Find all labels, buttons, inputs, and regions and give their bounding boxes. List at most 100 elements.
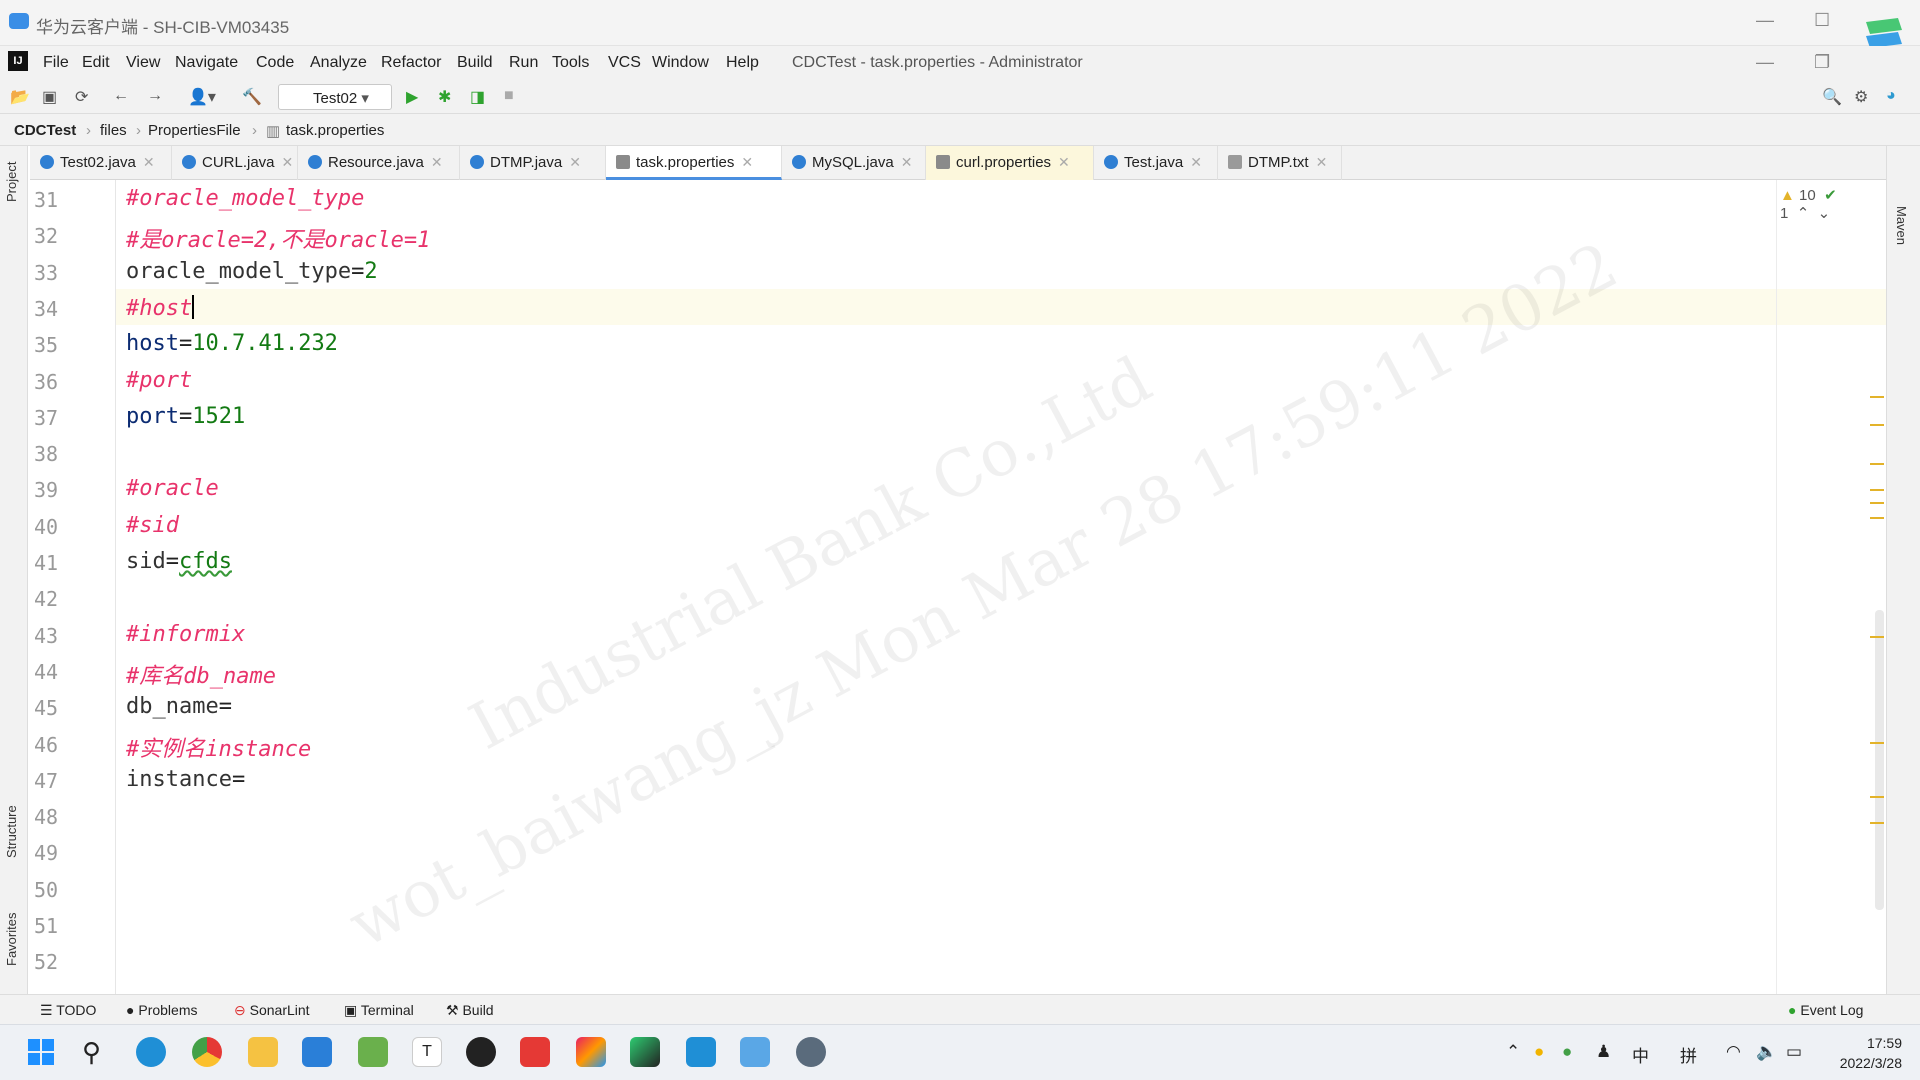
image-editor-icon[interactable] [358, 1037, 388, 1067]
close-icon[interactable]: ✕ [1190, 154, 1202, 170]
ime-pinyin-indicator[interactable]: 拼 [1680, 1042, 1697, 1067]
terminal-tool-button[interactable]: ▣ Terminal [344, 1002, 414, 1019]
ide-restore-button[interactable]: ❐ [1814, 52, 1830, 73]
warning-stripe-marker[interactable] [1870, 636, 1884, 638]
tray-overflow-chevron-icon[interactable]: ⌃ [1506, 1042, 1520, 1062]
close-icon[interactable]: ✕ [1058, 154, 1070, 170]
plugin-icon[interactable]: ◕ [1886, 87, 1896, 105]
wifi-icon[interactable]: ◠ [1726, 1042, 1741, 1062]
code-line[interactable]: #oracle [126, 476, 219, 501]
chrome-browser-icon[interactable] [192, 1037, 222, 1067]
intellij-idea-icon[interactable] [576, 1037, 606, 1067]
code-line[interactable]: sid=cfds [126, 549, 232, 574]
build-hammer-icon[interactable]: 🔨 [242, 87, 262, 107]
menu-navigate[interactable]: Navigate [175, 54, 238, 72]
tray-person-icon[interactable]: ♟ [1596, 1042, 1611, 1062]
wps-office-icon[interactable] [520, 1037, 550, 1067]
user-icon[interactable]: 👤▾ [188, 87, 216, 107]
menu-run[interactable]: Run [509, 54, 538, 72]
code-line[interactable]: #oracle_model_type [126, 186, 364, 211]
menu-view[interactable]: View [126, 54, 160, 72]
tab-test-java[interactable]: Test.java ✕ [1094, 146, 1218, 180]
tab-task-properties[interactable]: task.properties ✕ [606, 146, 782, 180]
menu-refactor[interactable]: Refactor [381, 54, 441, 72]
project-tool-button[interactable]: Project [4, 162, 19, 202]
tab-dtmp-txt[interactable]: DTMP.txt ✕ [1218, 146, 1342, 180]
stop-icon[interactable]: ■ [504, 87, 514, 105]
code-line[interactable]: db_name= [126, 694, 232, 719]
tab-test02-java[interactable]: Test02.java ✕ [30, 146, 172, 180]
warning-stripe-marker[interactable] [1870, 822, 1884, 824]
file-explorer-icon[interactable] [248, 1037, 278, 1067]
favorites-tool-button[interactable]: Favorites [4, 913, 19, 966]
coverage-icon[interactable]: ◨ [470, 87, 485, 107]
menu-build[interactable]: Build [457, 54, 493, 72]
windows-start-icon[interactable] [26, 1037, 56, 1067]
breadcrumb-folder[interactable]: PropertiesFile [148, 122, 241, 139]
warning-stripe-marker[interactable] [1870, 424, 1884, 426]
menu-tools[interactable]: Tools [552, 54, 589, 72]
warning-stripe-marker[interactable] [1870, 396, 1884, 398]
menu-help[interactable]: Help [726, 54, 759, 72]
typora-icon[interactable]: T [412, 1037, 442, 1067]
menu-analyze[interactable]: Analyze [310, 54, 367, 72]
code-line[interactable]: #实例名instance [126, 731, 311, 763]
open-folder-icon[interactable]: 📂 [10, 87, 30, 107]
close-icon[interactable]: ✕ [431, 154, 443, 170]
code-line[interactable]: port=1521 [126, 404, 245, 429]
code-editor[interactable]: 31 32 33 34 35 36 37 38 39 40 41 42 43 44 45 46 47 48 49 50… [28, 180, 1886, 994]
gear-icon[interactable]: ⚙ [1854, 87, 1868, 107]
run-icon[interactable]: ▶ [406, 87, 418, 107]
code-line[interactable]: host=10.7.41.232 [126, 331, 338, 356]
vertical-scrollbar[interactable] [1875, 610, 1884, 910]
code-line[interactable]: #port [126, 368, 192, 393]
sonarlint-tool-button[interactable]: ⊖ SonarLint [234, 1002, 310, 1019]
battery-icon[interactable]: ▭ [1786, 1042, 1802, 1062]
ide-minimize-button[interactable]: — [1756, 52, 1774, 73]
code-line[interactable]: #是oracle=2,不是oracle=1 [126, 222, 430, 254]
menu-edit[interactable]: Edit [82, 54, 110, 72]
close-icon[interactable]: ✕ [741, 154, 753, 170]
problems-tool-button[interactable]: ● Problems [126, 1002, 198, 1018]
todo-tool-button[interactable]: ☰ TODO [40, 1002, 96, 1019]
tab-resource-java[interactable]: Resource.java ✕ [298, 146, 460, 180]
close-icon[interactable]: ✕ [569, 154, 581, 170]
taskbar-clock[interactable]: 17:59 2022/3/28 [1822, 1033, 1902, 1073]
breadcrumb-files[interactable]: files [100, 122, 127, 139]
code-line[interactable]: #informix [126, 622, 245, 647]
warning-stripe-marker[interactable] [1870, 796, 1884, 798]
ime-mode-indicator[interactable]: 中 [1632, 1042, 1649, 1067]
warning-stripe-marker[interactable] [1870, 502, 1884, 504]
notepad-icon[interactable] [302, 1037, 332, 1067]
cloud-client-2-taskbar-icon[interactable] [740, 1037, 770, 1067]
warning-stripe-marker[interactable] [1870, 742, 1884, 744]
run-config-select[interactable]: Test02 ▾ [278, 84, 392, 110]
code-line[interactable]: #库名db_name [126, 658, 276, 690]
maven-tool-button[interactable]: Maven [1894, 206, 1909, 245]
forward-arrow-icon[interactable]: → [147, 87, 163, 105]
cloud-client-taskbar-icon[interactable] [686, 1037, 716, 1067]
wechat-tray-icon[interactable]: ● [1562, 1042, 1572, 1062]
warning-stripe-marker[interactable] [1870, 463, 1884, 465]
tab-curl-properties[interactable]: curl.properties ✕ [926, 146, 1094, 180]
volume-icon[interactable]: 🔈 [1756, 1042, 1777, 1062]
warning-stripe-marker[interactable] [1870, 517, 1884, 519]
sync-icon[interactable]: ⟳ [75, 87, 88, 107]
event-log-button[interactable]: ● Event Log [1788, 1002, 1863, 1018]
remote-maximize-button[interactable]: ☐ [1814, 10, 1830, 31]
settings-gear-icon[interactable] [796, 1037, 826, 1067]
next-highlight-icon[interactable]: ⌄ [1818, 205, 1831, 222]
close-icon[interactable]: ✕ [901, 154, 913, 170]
code-line[interactable]: oracle_model_type=2 [126, 259, 378, 284]
code-line[interactable]: instance= [126, 767, 245, 792]
save-icon[interactable]: ▣ [42, 87, 57, 107]
menu-vcs[interactable]: VCS [608, 54, 641, 72]
alien-app-icon[interactable] [466, 1037, 496, 1067]
build-tool-button[interactable]: ⚒ Build [446, 1002, 494, 1019]
inspection-widget[interactable]: ▲ 10 ✔ 1 ⌃ ⌄ [1780, 186, 1886, 222]
menu-window[interactable]: Window [652, 54, 709, 72]
code-line[interactable]: #host [126, 294, 195, 321]
close-icon[interactable]: ✕ [282, 154, 294, 170]
close-icon[interactable]: ✕ [143, 154, 155, 170]
taskbar-search-icon[interactable]: ⚲ [82, 1037, 112, 1067]
